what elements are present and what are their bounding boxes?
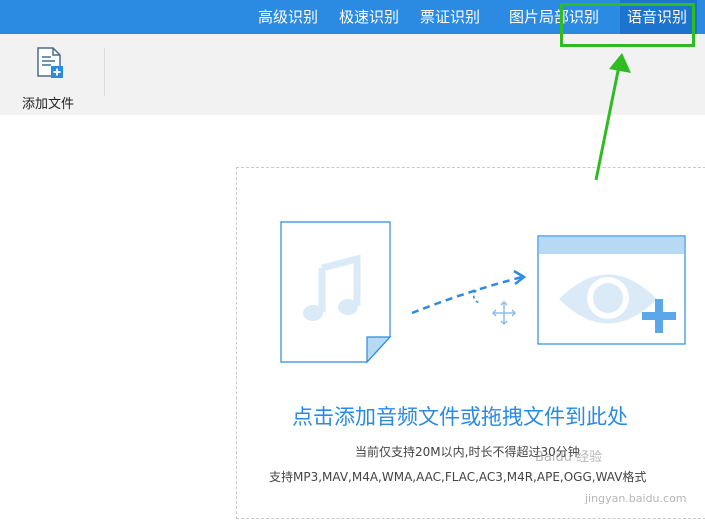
toolbar-divider (104, 48, 105, 96)
tab-ticket-recognition[interactable]: 票证识别 (420, 0, 480, 34)
tab-speech-recognition[interactable]: 语音识别 (620, 0, 698, 34)
add-file-label: 添加文件 (21, 97, 74, 112)
dropzone-formats-text: 支持MP3,MAV,M4A,WMA,AAC,FLAC,AC3,M4R,APE,O… (269, 470, 647, 484)
watermark-url: jingyan.baidu.com (585, 492, 687, 505)
add-file-icon (37, 47, 63, 78)
file-drop-zone[interactable] (236, 167, 705, 519)
tab-fast-recognition[interactable]: 极速识别 (339, 0, 399, 34)
toolbar: 添加文件 (0, 34, 705, 115)
tab-image-partial-recognition[interactable]: 图片局部识别 (509, 0, 599, 34)
add-file-button[interactable]: 添加文件 (12, 44, 84, 112)
watermark: Baidu 经验 (535, 450, 603, 465)
dropzone-main-text: 点击添加音频文件或拖拽文件到此处 (292, 405, 628, 429)
top-tab-bar: 高级识别 极速识别 票证识别 图片局部识别 语音识别 (0, 0, 705, 34)
tab-advanced-recognition[interactable]: 高级识别 (258, 0, 318, 34)
